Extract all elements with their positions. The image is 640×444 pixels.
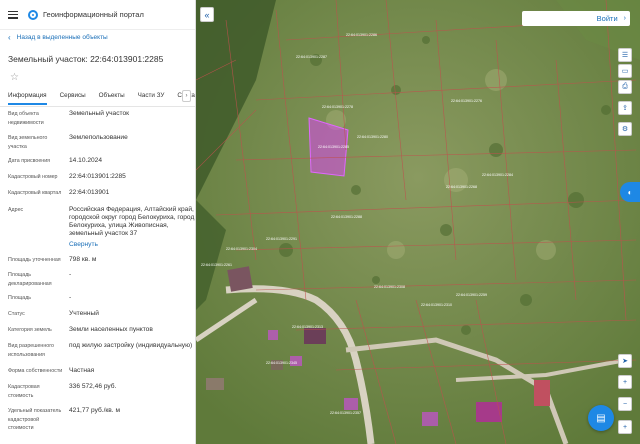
- tab-bar: Информация Сервисы Объекты Части ЗУ Сост…: [0, 90, 195, 107]
- layers-icon[interactable]: ☰: [618, 48, 632, 62]
- info-panel: Геоинформационный портал ‹ Назад в выдел…: [0, 0, 196, 444]
- back-label: Назад в выделенные объекты: [16, 33, 108, 41]
- map-label: 22:64:013901:2278: [322, 105, 353, 109]
- zoom-in-icon[interactable]: +: [618, 375, 632, 389]
- map-label: 22:64:013901:2261: [201, 263, 232, 267]
- prop-value: 22:64:013901:2285: [69, 173, 126, 180]
- prop-value: 336 572,46 руб.: [69, 383, 117, 390]
- menu-icon[interactable]: [8, 10, 18, 19]
- prop-value: -: [69, 294, 72, 301]
- prop-label: Вид земельного участка: [8, 135, 48, 150]
- app-title: Геоинформационный портал: [43, 10, 144, 19]
- map-label: 22:64:013901:2280: [357, 135, 388, 139]
- prop-label: Кадастровый номер: [8, 174, 58, 180]
- prop-value: Земли населенных пунктов: [69, 326, 153, 333]
- prop-label: Форма собственности: [8, 368, 63, 374]
- back-link[interactable]: ‹ Назад в выделенные объекты: [0, 30, 195, 44]
- map-label: 22:64:013901:2288: [331, 215, 362, 219]
- satellite-map: 22:64:013901:2286 22:64:013901:2287 22:6…: [196, 0, 640, 444]
- chevron-left-icon: ‹: [8, 32, 11, 42]
- prop-label: Вид разрешенного использования: [8, 343, 54, 358]
- prop-label: Статус: [8, 311, 25, 317]
- top-bar: Геоинформационный портал: [0, 0, 195, 30]
- prop-label: Площадь: [8, 295, 32, 301]
- parcel-title: Земельный участок: 22:64:013901:2285: [8, 54, 164, 64]
- map-label: 22:64:013901:2313: [292, 325, 323, 329]
- star-icon[interactable]: ☆: [0, 72, 195, 86]
- location-icon[interactable]: ➤: [618, 354, 632, 368]
- tab-objects[interactable]: Объекты: [99, 92, 125, 103]
- prop-label: Площадь уточненная: [8, 257, 61, 263]
- prop-value: -: [69, 271, 72, 278]
- prop-label: Площадь декларированная: [8, 272, 52, 287]
- prop-value: Земельный участок: [69, 110, 130, 117]
- plus-icon[interactable]: +: [618, 420, 632, 434]
- prop-label: Дата присвоения: [8, 158, 51, 164]
- prop-label: Кадастровый квартал: [8, 190, 62, 196]
- settings-icon[interactable]: ⚙: [618, 122, 632, 136]
- prop-value: Учтенный: [69, 310, 99, 317]
- share-icon[interactable]: ⇪: [618, 101, 632, 115]
- prop-value: 14.10.2024: [69, 157, 103, 164]
- prop-value: 421,77 руб./кв. м: [69, 407, 120, 414]
- prop-label: Удельный показатель кадастровой стоимост…: [8, 408, 62, 431]
- map-label: 22:64:013901:2286: [346, 33, 377, 37]
- print-icon[interactable]: ⎙: [618, 80, 632, 94]
- login-label: Войти: [596, 14, 618, 23]
- prop-value: Землепользование: [69, 134, 128, 141]
- map-view[interactable]: 22:64:013901:2286 22:64:013901:2287 22:6…: [196, 0, 640, 444]
- map-label: 22:64:013901:2285: [318, 145, 349, 149]
- zoom-out-icon[interactable]: −: [618, 397, 632, 411]
- prop-value: Российская Федерация, Алтайский край, го…: [69, 206, 195, 237]
- prop-value: 22:64:013901: [69, 189, 110, 196]
- prop-label: Вид объекта недвижимости: [8, 111, 44, 126]
- chevron-right-icon: ›: [623, 15, 626, 22]
- ruler-icon[interactable]: ▭: [618, 64, 632, 78]
- login-button[interactable]: Войти ›: [522, 11, 630, 26]
- map-label: 22:64:013901:2284: [482, 173, 513, 177]
- map-label: 22:64:013901:2345: [266, 361, 297, 365]
- tab-services[interactable]: Сервисы: [60, 92, 86, 103]
- chevron-right-icon[interactable]: ›: [182, 90, 191, 102]
- map-label: 22:64:013901:2287: [296, 55, 327, 59]
- map-label: 22:64:013901:2304: [226, 247, 257, 251]
- map-label: 22:64:013901:2276: [451, 99, 482, 103]
- map-label: 22:64:013901:2291: [266, 237, 297, 241]
- info-badge-icon[interactable]: ◐: [620, 182, 640, 202]
- tab-info[interactable]: Информация: [8, 92, 47, 105]
- map-label: 22:64:013901:2310: [421, 303, 452, 307]
- chat-icon[interactable]: ▤: [588, 405, 614, 431]
- prop-value: 798 кв. м: [69, 256, 97, 263]
- collapse-link[interactable]: Свернуть: [69, 241, 195, 249]
- logo-icon: [28, 9, 38, 20]
- collapse-panel-button[interactable]: «: [200, 7, 214, 22]
- prop-label: Категория земель: [8, 327, 52, 333]
- map-label: 22:64:013901:2357: [330, 411, 361, 415]
- prop-value: Частная: [69, 367, 95, 374]
- prop-label: Адрес: [8, 207, 24, 213]
- map-label: 22:64:013901:2268: [446, 185, 477, 189]
- tab-parts[interactable]: Части ЗУ: [138, 92, 165, 103]
- map-label: 22:64:013901:2259: [456, 293, 487, 297]
- map-label: 22:64:013901:2308: [374, 285, 405, 289]
- prop-value: под жилую застройку (индивидуальную): [69, 342, 193, 349]
- prop-label: Кадастровая стоимость: [8, 384, 40, 399]
